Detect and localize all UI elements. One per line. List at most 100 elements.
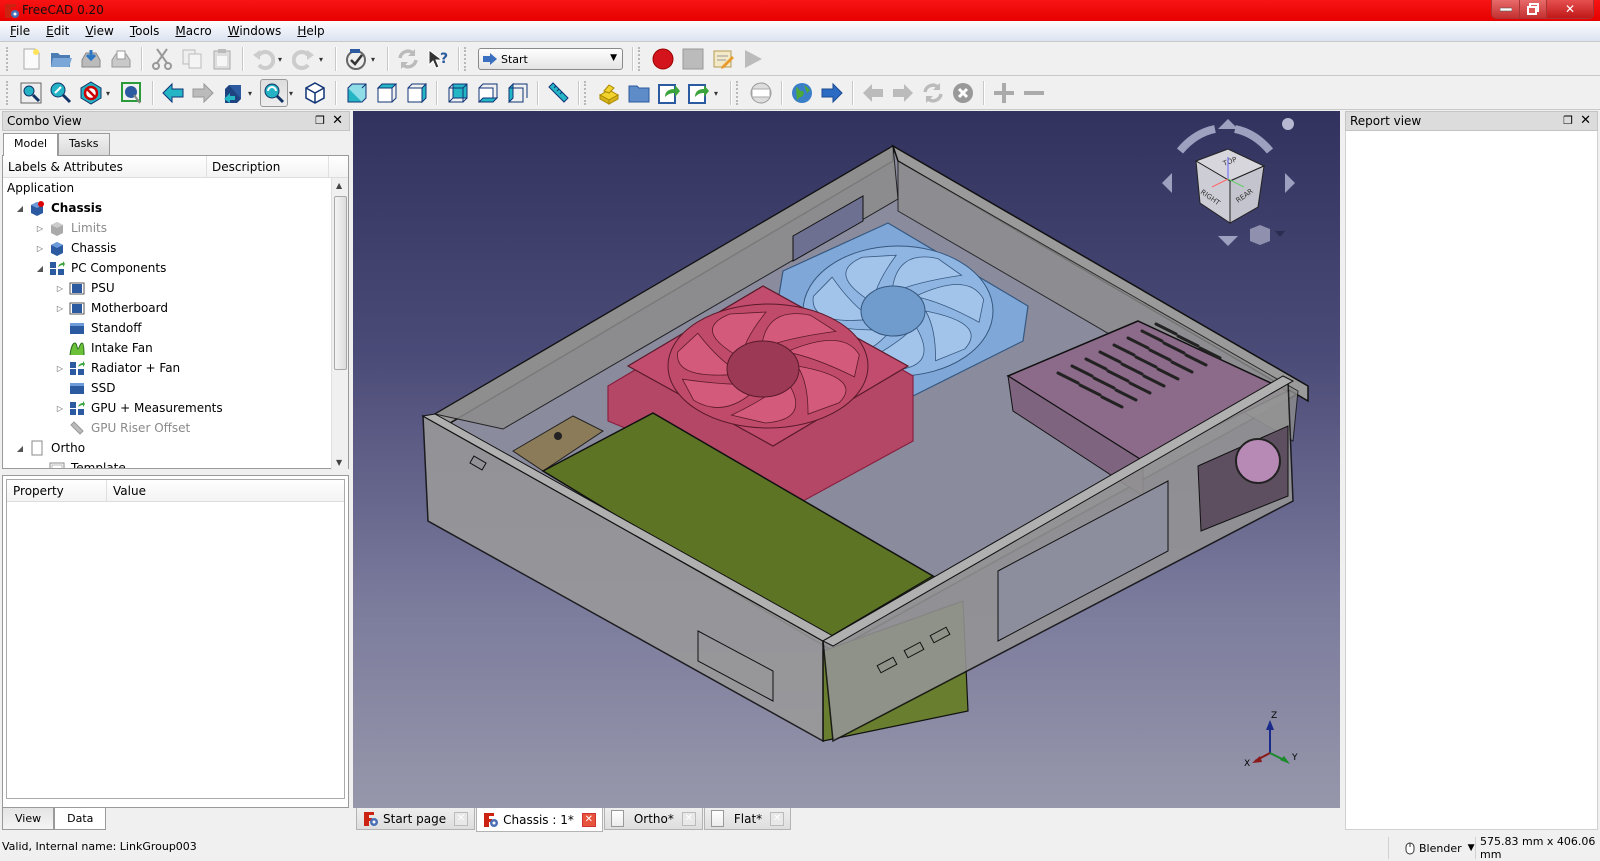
toolbar-grip[interactable] bbox=[6, 81, 10, 105]
float-icon[interactable]: ❐ bbox=[315, 114, 325, 127]
tab-data[interactable]: Data bbox=[54, 808, 107, 830]
edit-macro-icon[interactable] bbox=[709, 45, 737, 73]
nav-right-arrow[interactable] bbox=[1285, 173, 1295, 193]
expander-icon[interactable]: ▷ bbox=[35, 224, 45, 233]
menu-file[interactable]: File bbox=[2, 24, 38, 38]
make-link-icon[interactable] bbox=[655, 79, 683, 107]
redo-icon[interactable] bbox=[290, 45, 318, 73]
web-navigate-arrow-icon[interactable] bbox=[818, 79, 846, 107]
refresh-check-icon[interactable] bbox=[342, 45, 370, 73]
sync-view-dropdown[interactable]: ▾ bbox=[248, 89, 256, 98]
scrollbar-thumb[interactable] bbox=[334, 196, 347, 370]
web-stop-icon[interactable] bbox=[949, 79, 977, 107]
view-left-icon[interactable] bbox=[503, 79, 531, 107]
restore-button[interactable] bbox=[1520, 0, 1547, 18]
view-isometric-icon[interactable] bbox=[301, 79, 329, 107]
view-front-icon[interactable] bbox=[342, 79, 370, 107]
new-file-icon[interactable] bbox=[17, 45, 45, 73]
close-icon[interactable]: ✕ bbox=[332, 113, 343, 128]
zoom-in-icon[interactable] bbox=[990, 79, 1018, 107]
fit-selection-icon[interactable] bbox=[47, 79, 75, 107]
workbench-selector[interactable]: Start ▼ bbox=[478, 48, 623, 70]
menu-view[interactable]: View bbox=[77, 24, 121, 38]
back-icon[interactable] bbox=[159, 79, 187, 107]
undo-icon[interactable] bbox=[249, 45, 277, 73]
tree-item[interactable]: Template bbox=[3, 458, 348, 468]
tab-view[interactable]: View bbox=[2, 808, 55, 830]
make-part-icon[interactable] bbox=[595, 79, 623, 107]
save-icon[interactable] bbox=[77, 45, 105, 73]
tree-item[interactable]: ▷ GPU + Measurements bbox=[3, 398, 348, 418]
tree-item[interactable]: ◢ Chassis bbox=[3, 198, 348, 218]
make-group-icon[interactable] bbox=[625, 79, 653, 107]
close-tab-icon[interactable]: ✕ bbox=[454, 811, 469, 826]
tree-item[interactable]: ◢ PC Components bbox=[3, 258, 348, 278]
web-forward-icon[interactable] bbox=[889, 79, 917, 107]
box-zoom-dropdown[interactable]: ▾ bbox=[289, 89, 297, 98]
column-value[interactable]: Value bbox=[107, 480, 337, 501]
nav-up-arrow[interactable] bbox=[1218, 119, 1238, 129]
web-home-icon[interactable] bbox=[747, 79, 775, 107]
run-macro-icon[interactable] bbox=[739, 45, 767, 73]
float-icon[interactable]: ❐ bbox=[1563, 114, 1573, 127]
view-menu-cube-icon[interactable] bbox=[1250, 225, 1270, 245]
web-refresh-icon[interactable] bbox=[919, 79, 947, 107]
view-right-icon[interactable] bbox=[402, 79, 430, 107]
expander-icon[interactable]: ▷ bbox=[55, 404, 65, 413]
zoom-out-icon[interactable] bbox=[1020, 79, 1048, 107]
view-menu-dropdown[interactable] bbox=[1275, 231, 1285, 237]
sync-view-icon[interactable] bbox=[219, 79, 247, 107]
tab-tasks[interactable]: Tasks bbox=[58, 133, 110, 155]
nav-left-arrow[interactable] bbox=[1162, 173, 1172, 193]
column-property[interactable]: Property bbox=[7, 480, 107, 501]
scroll-up-icon[interactable]: ▲ bbox=[336, 181, 342, 190]
3d-viewport[interactable]: TOP RIGHT REAR Z X Y bbox=[353, 111, 1340, 808]
tree-item[interactable]: ▷ Chassis bbox=[3, 238, 348, 258]
close-icon[interactable]: ✕ bbox=[1580, 113, 1591, 128]
cut-icon[interactable] bbox=[148, 45, 176, 73]
view-bottom-icon[interactable] bbox=[473, 79, 501, 107]
save-as-icon[interactable] bbox=[107, 45, 135, 73]
toolbar-grip[interactable] bbox=[736, 81, 740, 105]
navigation-cube[interactable]: TOP RIGHT REAR bbox=[1140, 111, 1310, 261]
expander-icon[interactable]: ▷ bbox=[55, 364, 65, 373]
record-macro-icon[interactable] bbox=[649, 45, 677, 73]
expander-icon[interactable]: ▷ bbox=[55, 304, 65, 313]
menu-edit[interactable]: Edit bbox=[38, 24, 77, 38]
stop-macro-icon[interactable] bbox=[679, 45, 707, 73]
document-tab[interactable]: Ortho* ✕ bbox=[603, 808, 703, 830]
draw-style-icon[interactable] bbox=[77, 79, 105, 107]
tree-item[interactable]: ▷ Limits bbox=[3, 218, 348, 238]
nav-menu-dot[interactable] bbox=[1282, 118, 1294, 130]
report-output[interactable] bbox=[1345, 131, 1598, 830]
box-zoom-icon[interactable] bbox=[260, 79, 288, 107]
link-actions-dropdown[interactable]: ▾ bbox=[714, 89, 722, 98]
bounding-box-icon[interactable] bbox=[118, 79, 146, 107]
expander-icon[interactable]: ▷ bbox=[55, 284, 65, 293]
copy-icon[interactable] bbox=[178, 45, 206, 73]
minimize-button[interactable] bbox=[1492, 0, 1520, 18]
draw-style-dropdown[interactable]: ▾ bbox=[106, 89, 114, 98]
tree-item[interactable]: Standoff bbox=[3, 318, 348, 338]
column-description[interactable]: Description bbox=[207, 156, 329, 177]
tab-model[interactable]: Model bbox=[3, 133, 59, 156]
menu-macro[interactable]: Macro bbox=[167, 24, 219, 38]
rotate-right-arrow[interactable] bbox=[1234, 125, 1274, 154]
column-labels-attributes[interactable]: Labels & Attributes bbox=[3, 156, 207, 177]
toolbar-grip[interactable] bbox=[6, 47, 10, 71]
link-actions-icon[interactable] bbox=[685, 79, 713, 107]
refresh-dropdown[interactable]: ▾ bbox=[371, 55, 379, 64]
undo-dropdown[interactable]: ▾ bbox=[278, 55, 286, 64]
toolbar-grip[interactable] bbox=[464, 47, 468, 71]
tree-item[interactable]: ▷ Radiator + Fan bbox=[3, 358, 348, 378]
paste-icon[interactable] bbox=[208, 45, 236, 73]
whats-this-icon[interactable]: ? bbox=[424, 45, 452, 73]
tree-item[interactable]: Application bbox=[3, 178, 348, 198]
tree-item[interactable]: ▷ Motherboard bbox=[3, 298, 348, 318]
menu-tools[interactable]: Tools bbox=[122, 24, 168, 38]
expander-icon[interactable]: ◢ bbox=[15, 444, 25, 453]
open-file-icon[interactable] bbox=[47, 45, 75, 73]
tree-item[interactable]: SSD bbox=[3, 378, 348, 398]
forward-icon[interactable] bbox=[189, 79, 217, 107]
menu-windows[interactable]: Windows bbox=[220, 24, 290, 38]
